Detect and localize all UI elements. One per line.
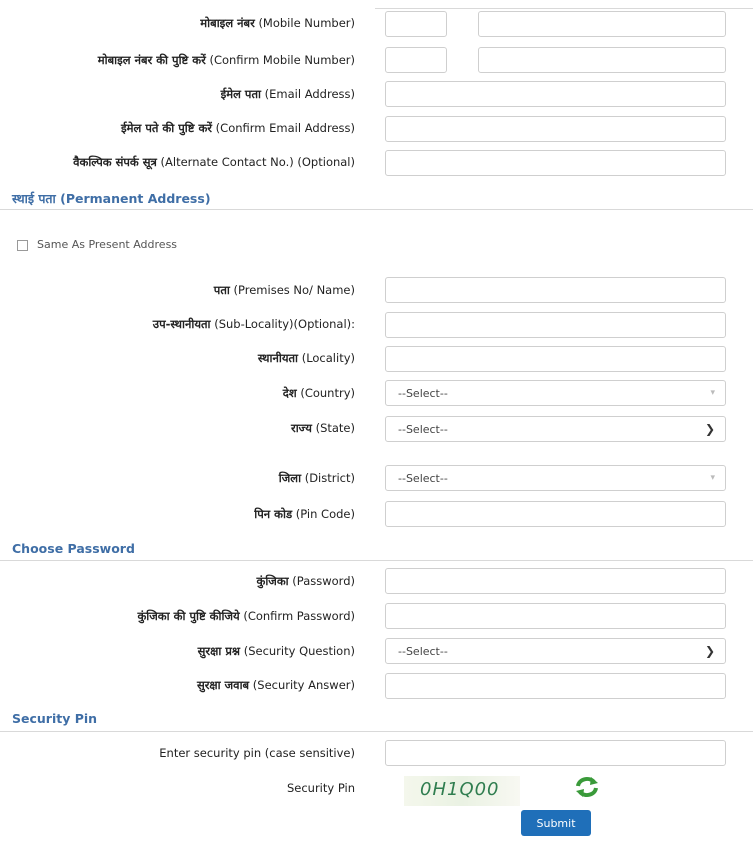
country-label: देश (Country) — [283, 386, 355, 401]
state-label: राज्य (State) — [291, 421, 355, 436]
confirm-mobile-label-hi: मोबाइल नंबर की पुष्टि करें — [97, 53, 206, 67]
mobile-number-input[interactable] — [478, 11, 726, 37]
pin-code-label-en: (Pin Code) — [295, 507, 355, 521]
security-question-label-hi: सुरक्षा प्रश्न — [197, 644, 241, 658]
password-label: कुंजिका (Password) — [256, 574, 355, 589]
locality-label-en: (Locality) — [301, 351, 355, 365]
security-answer-label-hi: सुरक्षा जवाब — [196, 678, 250, 692]
same-as-present-checkbox[interactable] — [17, 240, 28, 251]
alternate-contact-label-en: (Alternate Contact No.) (Optional) — [160, 155, 355, 169]
pin-code-input[interactable] — [385, 501, 726, 527]
mobile-number-label: मोबाइल नंबर (Mobile Number) — [200, 16, 355, 31]
security-pin-input[interactable] — [385, 740, 726, 766]
sub-locality-label: उप-स्थानीयता (Sub-Locality)(Optional): — [153, 317, 355, 332]
email-label-en: (Email Address) — [264, 87, 355, 101]
password-input[interactable] — [385, 568, 726, 594]
security-question-label: सुरक्षा प्रश्न (Security Question) — [198, 644, 355, 659]
premises-input[interactable] — [385, 277, 726, 303]
district-select-value: --Select-- — [398, 472, 448, 485]
security-question-value: --Select-- — [398, 645, 448, 658]
mobile-country-code-input[interactable] — [385, 11, 447, 37]
confirm-email-input[interactable] — [385, 116, 726, 142]
dropdown-arrow-icon: ▾ — [710, 388, 715, 398]
security-question-select[interactable]: --Select-- ❯ — [385, 638, 726, 664]
locality-input[interactable] — [385, 346, 726, 372]
confirm-mobile-label: मोबाइल नंबर की पुष्टि करें (Confirm Mobi… — [98, 53, 355, 68]
premises-label-en: (Premises No/ Name) — [233, 283, 355, 297]
confirm-password-label: कुंजिका की पुष्टि कीजिये (Confirm Passwo… — [137, 609, 355, 624]
confirm-email-label-hi: ईमेल पते की पुष्टि करें — [121, 121, 213, 135]
district-label-en: (District) — [304, 471, 355, 485]
premises-label-hi: पता — [213, 283, 230, 297]
security-question-label-en: (Security Question) — [243, 644, 355, 658]
section-divider — [0, 731, 753, 732]
password-label-en: (Password) — [292, 574, 355, 588]
mobile-number-label-en: (Mobile Number) — [258, 16, 355, 30]
locality-label-hi: स्थानीयता — [257, 351, 299, 365]
permanent-address-heading: स्थाई पता (Permanent Address) — [12, 191, 211, 206]
chevron-down-icon: ❯ — [704, 644, 715, 658]
alternate-contact-input[interactable] — [385, 150, 726, 176]
confirm-mobile-number-input[interactable] — [478, 47, 726, 73]
district-label: जिला (District) — [279, 471, 355, 486]
choose-password-heading: Choose Password — [12, 541, 135, 556]
section-divider — [0, 560, 753, 561]
security-pin-heading: Security Pin — [12, 711, 98, 726]
security-answer-input[interactable] — [385, 673, 726, 699]
state-select-value: --Select-- — [398, 423, 448, 436]
district-select[interactable]: --Select-- ▾ — [385, 465, 726, 491]
alternate-contact-label: वैकल्पिक संपर्क सूत्र (Alternate Contact… — [73, 155, 355, 170]
security-answer-label: सुरक्षा जवाब (Security Answer) — [197, 678, 355, 693]
confirm-email-label-en: (Confirm Email Address) — [215, 121, 355, 135]
password-label-hi: कुंजिका — [256, 574, 289, 588]
mobile-number-label-hi: मोबाइल नंबर — [200, 16, 255, 30]
alternate-contact-label-hi: वैकल्पिक संपर्क सूत्र — [73, 155, 157, 169]
confirm-password-input[interactable] — [385, 603, 726, 629]
country-label-hi: देश — [282, 386, 297, 400]
sub-locality-input[interactable] — [385, 312, 726, 338]
state-label-hi: राज्य — [290, 421, 312, 435]
pin-code-label-hi: पिन कोड — [254, 507, 293, 521]
locality-label: स्थानीयता (Locality) — [258, 351, 355, 366]
top-divider — [375, 0, 753, 9]
confirm-mobile-label-en: (Confirm Mobile Number) — [209, 53, 355, 67]
country-label-en: (Country) — [300, 386, 355, 400]
confirm-password-label-hi: कुंजिका की पुष्टि कीजिये — [137, 609, 240, 623]
country-select[interactable]: --Select-- ▾ — [385, 380, 726, 406]
email-input[interactable] — [385, 81, 726, 107]
dropdown-arrow-icon: ▾ — [710, 473, 715, 483]
premises-label: पता (Premises No/ Name) — [214, 283, 355, 298]
confirm-password-label-en: (Confirm Password) — [243, 609, 355, 623]
submit-button[interactable]: Submit — [521, 810, 591, 836]
same-as-present-label[interactable]: Same As Present Address — [37, 238, 177, 251]
country-select-value: --Select-- — [398, 387, 448, 400]
email-label: ईमेल पता (Email Address) — [221, 87, 355, 102]
pin-code-label: पिन कोड (Pin Code) — [254, 507, 355, 522]
email-label-hi: ईमेल पता — [220, 87, 261, 101]
captcha-image: 0H1Q00 — [404, 776, 520, 806]
section-divider — [0, 209, 753, 210]
state-select[interactable]: --Select-- ❯ — [385, 416, 726, 442]
sub-locality-label-en: (Sub-Locality)(Optional): — [214, 317, 355, 331]
confirm-mobile-country-code-input[interactable] — [385, 47, 447, 73]
chevron-down-icon: ❯ — [704, 422, 715, 436]
confirm-email-label: ईमेल पते की पुष्टि करें (Confirm Email A… — [121, 121, 355, 136]
sub-locality-label-hi: उप-स्थानीयता — [152, 317, 211, 331]
security-pin-label: Security Pin — [286, 781, 355, 795]
security-answer-label-en: (Security Answer) — [252, 678, 355, 692]
enter-security-pin-label: Enter security pin (case sensitive) — [159, 746, 355, 760]
state-label-en: (State) — [315, 421, 355, 435]
refresh-icon[interactable] — [574, 776, 600, 798]
district-label-hi: जिला — [278, 471, 302, 485]
